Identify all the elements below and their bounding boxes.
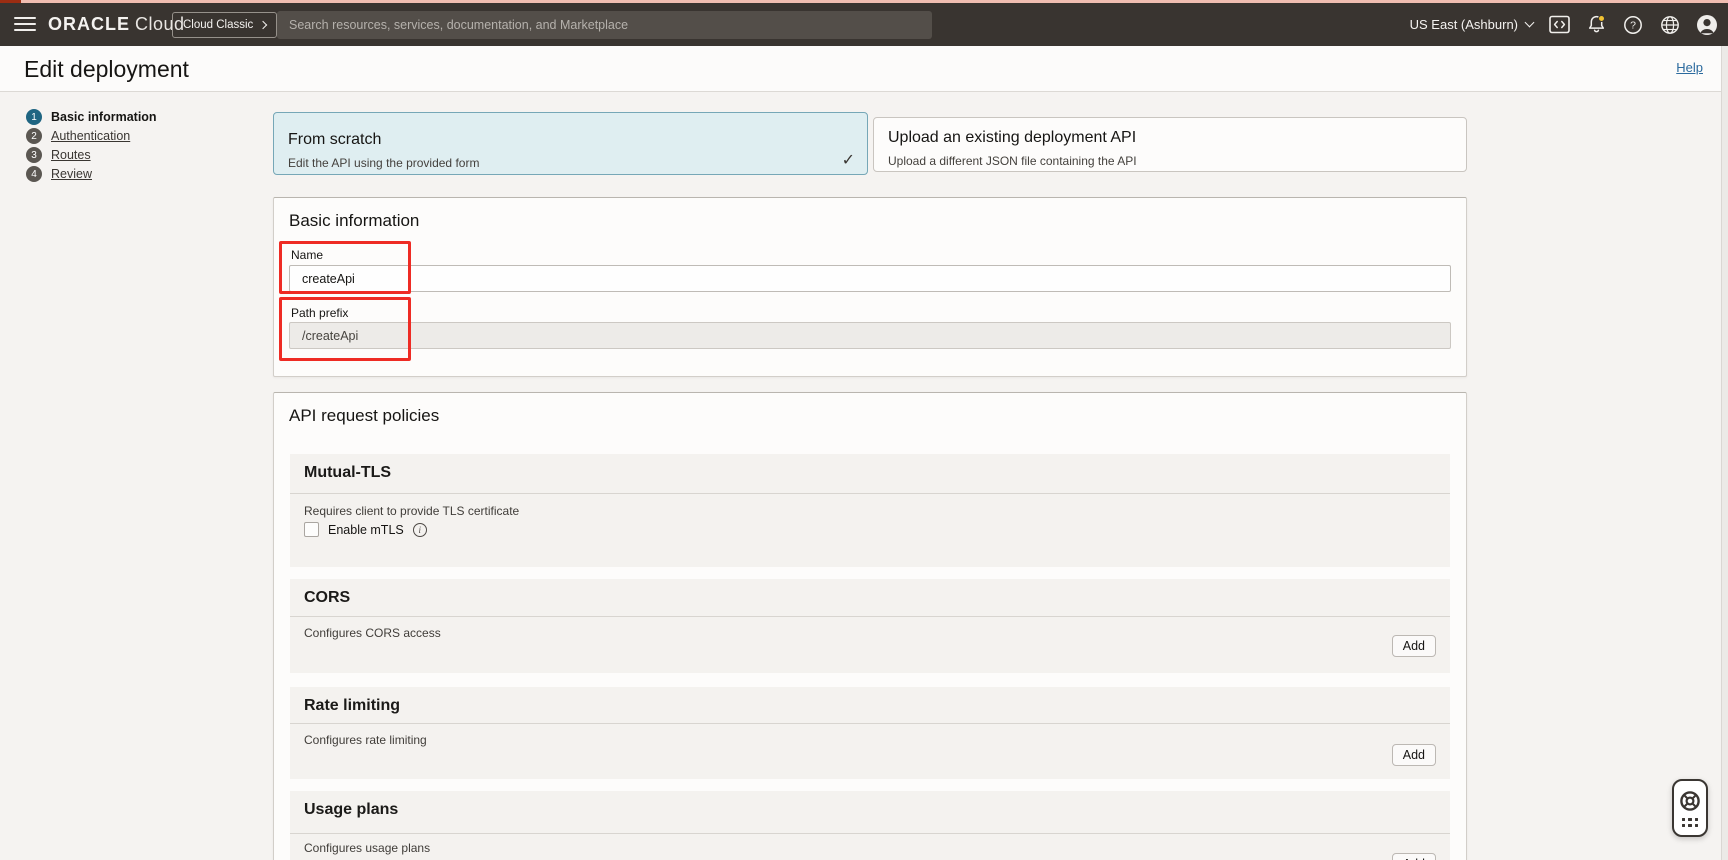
section-divider [290,723,1450,724]
policy-section-rate-limiting: Rate limiting Configures rate limiting A… [290,687,1450,779]
help-question-icon[interactable]: ? [1622,14,1644,36]
path-prefix-input [289,322,1451,349]
cors-add-button[interactable]: Add [1392,635,1436,657]
section-divider [290,493,1450,494]
search-input[interactable] [277,11,932,39]
brand-oracle: ORACLE [48,14,130,34]
enable-mtls-checkbox[interactable] [304,522,319,537]
section-divider [290,833,1450,834]
policy-section-mutual-tls: Mutual-TLS Requires client to provide TL… [290,454,1450,567]
api-request-policies-title: API request policies [289,406,439,426]
page-header: Edit deployment Help [0,46,1728,92]
upload-api-desc: Upload a different JSON file containing … [888,154,1137,168]
dots-grid-icon [1682,818,1699,828]
notifications-bell-icon[interactable] [1585,14,1607,36]
step-number-badge: 2 [26,128,42,144]
rate-limiting-title: Rate limiting [304,697,400,715]
cloud-classic-button[interactable]: Cloud Classic [172,12,277,38]
mutual-tls-title: Mutual-TLS [304,464,391,482]
topbar: ORACLECloud Cloud Classic US East (Ashbu… [0,3,1728,46]
chevron-right-icon [259,21,267,29]
step-label: Routes [51,148,91,162]
usage-plans-desc: Configures usage plans [304,841,430,855]
from-scratch-card[interactable]: From scratch Edit the API using the prov… [273,112,868,175]
from-scratch-title: From scratch [288,131,381,149]
menu-icon[interactable] [14,17,36,32]
upload-api-title: Upload an existing deployment API [888,129,1136,147]
policy-section-usage-plans: Usage plans Configures usage plans Add [290,791,1450,860]
region-label: US East (Ashburn) [1410,17,1518,32]
wizard-step-review[interactable]: 4 Review [26,166,157,182]
wizard-step-routes[interactable]: 3 Routes [26,147,157,163]
language-globe-icon[interactable] [1659,14,1681,36]
selected-check-icon: ✓ [842,150,855,170]
scrollbar[interactable] [1721,46,1728,860]
page-title: Edit deployment [24,56,189,83]
chevron-down-icon [1525,18,1535,28]
basic-information-panel: Basic information Name Path prefix [273,197,1467,377]
topbar-right-cluster: US East (Ashburn) ? [1410,3,1718,46]
wizard-step-basic-information[interactable]: 1 Basic information [26,109,157,125]
step-number-badge: 4 [26,166,42,182]
step-label: Authentication [51,129,130,143]
step-label: Basic information [51,110,157,124]
help-link[interactable]: Help [1676,60,1703,75]
enable-mtls-label: Enable mTLS [328,523,404,537]
lifebuoy-icon [1678,789,1702,813]
api-request-policies-panel: API request policies Mutual-TLS Requires… [273,392,1467,860]
oracle-cloud-logo[interactable]: ORACLECloud [48,14,185,35]
developer-console-icon[interactable] [1548,14,1570,36]
wizard-steps: 1 Basic information 2 Authentication 3 R… [26,109,157,185]
user-avatar[interactable] [1696,14,1718,36]
usage-plans-add-button[interactable]: Add [1392,853,1436,860]
cloud-classic-label: Cloud Classic [183,19,253,31]
enable-mtls-row: Enable mTLS i [304,522,427,537]
mutual-tls-desc: Requires client to provide TLS certifica… [304,504,519,518]
basic-information-title: Basic information [289,211,419,231]
step-label: Review [51,167,92,181]
step-number-badge: 1 [26,109,42,125]
info-icon[interactable]: i [413,523,427,537]
oracle-cloud-console: ORACLECloud Cloud Classic US East (Ashbu… [0,0,1728,860]
rate-limiting-desc: Configures rate limiting [304,733,427,747]
rate-limiting-add-button[interactable]: Add [1392,744,1436,766]
section-divider [290,616,1450,617]
wizard-step-authentication[interactable]: 2 Authentication [26,128,157,144]
from-scratch-desc: Edit the API using the provided form [288,156,479,170]
upload-api-card[interactable]: Upload an existing deployment API Upload… [873,117,1467,172]
policy-section-cors: CORS Configures CORS access Add [290,579,1450,673]
support-float-button[interactable] [1672,779,1708,837]
step-number-badge: 3 [26,147,42,163]
path-prefix-label: Path prefix [291,306,348,320]
cors-desc: Configures CORS access [304,626,441,640]
usage-plans-title: Usage plans [304,801,398,819]
svg-text:?: ? [1630,19,1636,31]
region-selector[interactable]: US East (Ashburn) [1410,17,1533,32]
name-input[interactable] [289,265,1451,292]
cors-title: CORS [304,589,350,607]
name-label: Name [291,248,323,262]
